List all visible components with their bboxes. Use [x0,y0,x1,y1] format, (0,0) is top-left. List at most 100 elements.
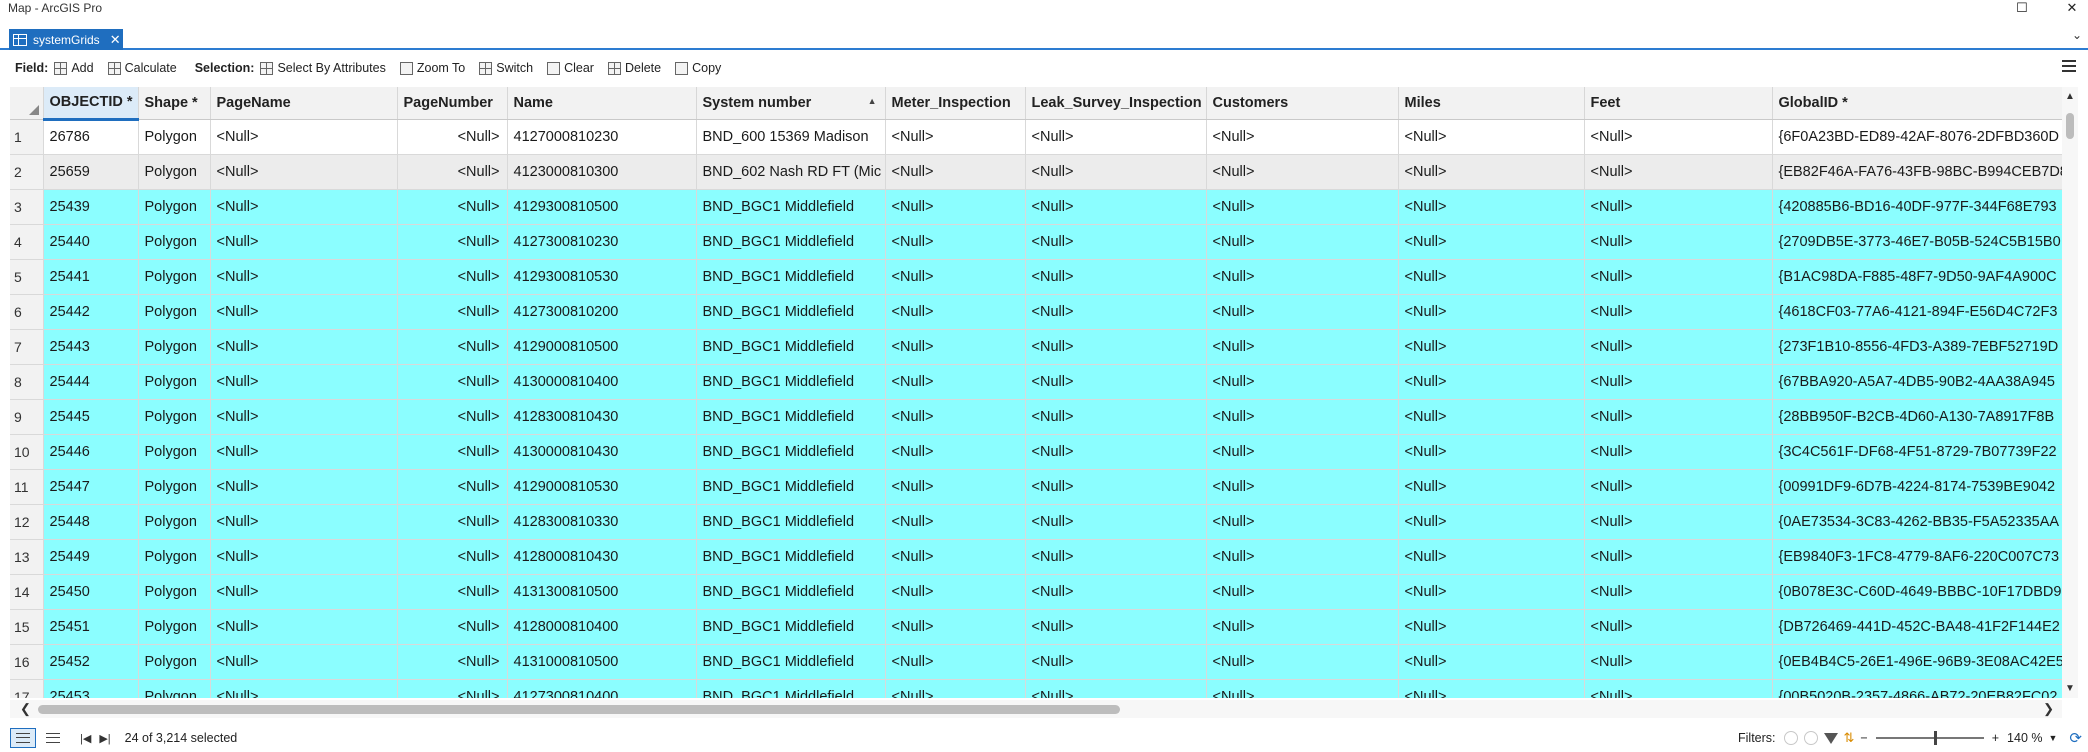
table-cell[interactable]: <Null> [1584,259,1773,295]
row-number[interactable]: 5 [10,259,44,295]
table-cell[interactable]: {28BB950F-B2CB-4D60-A130-7A8917F8B [1772,399,2062,435]
table-cell[interactable]: <Null> [1584,364,1773,400]
zoom-slider[interactable] [1875,731,1984,745]
table-cell[interactable]: 4129300810500 [507,189,697,225]
table-cell[interactable]: 4127300810200 [507,294,697,330]
row-number[interactable]: 13 [10,539,44,575]
table-cell[interactable]: BND_BGC1 Middlefield [696,399,886,435]
tab-close-icon[interactable]: ✕ [110,32,121,48]
table-cell[interactable]: <Null> [1584,609,1773,645]
time-filter-icon[interactable] [1803,731,1818,745]
table-cell[interactable]: <Null> [1025,679,1207,698]
table-cell[interactable]: Polygon [138,259,211,295]
table-cell[interactable]: 25445 [43,399,139,435]
table-cell[interactable]: Polygon [138,329,211,365]
table-cell[interactable]: <Null> [210,539,398,575]
table-cell[interactable]: {67BBA920-A5A7-4DB5-90B2-4AA38A945 [1772,364,2062,400]
table-cell[interactable]: <Null> [1206,119,1399,155]
table-cell[interactable]: <Null> [1584,469,1773,505]
table-cell[interactable]: Polygon [138,609,211,645]
refresh-icon[interactable]: ⟳ [2069,729,2082,747]
column-header-globalid[interactable]: GlobalID * [1772,87,2062,120]
table-cell[interactable]: <Null> [1584,399,1773,435]
table-cell[interactable]: {DB726469-441D-452C-BA48-41F2F144E2 [1772,609,2062,645]
table-cell[interactable]: <Null> [1398,644,1585,680]
table-cell[interactable]: BND_600 15369 Madison [696,119,886,155]
table-cell[interactable]: <Null> [1206,294,1399,330]
table-row[interactable]: 5 25441 Polygon <Null> <Null> 4129300810530 BN… [10,259,2062,295]
zoom-in-icon[interactable]: + [1992,731,1999,745]
delete-button[interactable]: Delete [607,61,661,75]
table-row[interactable]: 2 25659 Polygon <Null> <Null> 4123000810300 BN… [10,154,2062,190]
table-cell[interactable]: <Null> [1025,119,1207,155]
table-cell[interactable]: 25452 [43,644,139,680]
table-cell[interactable]: <Null> [397,294,508,330]
scroll-left-icon[interactable]: ❮ [20,701,31,717]
table-cell[interactable]: 25442 [43,294,139,330]
table-cell[interactable]: <Null> [1584,154,1773,190]
table-cell[interactable]: 25440 [43,224,139,260]
table-cell[interactable]: Polygon [138,189,211,225]
table-cell[interactable]: 4127300810400 [507,679,697,698]
table-cell[interactable]: Polygon [138,224,211,260]
column-header-system-number[interactable]: System number ▲ [696,87,886,120]
table-cell[interactable]: 25451 [43,609,139,645]
table-cell[interactable]: BND_BGC1 Middlefield [696,539,886,575]
table-cell[interactable]: <Null> [1025,504,1207,540]
table-cell[interactable]: BND_BGC1 Middlefield [696,434,886,470]
table-cell[interactable]: BND_BGC1 Middlefield [696,574,886,610]
table-cell[interactable]: <Null> [397,189,508,225]
table-cell[interactable]: <Null> [1206,259,1399,295]
table-cell[interactable]: 25447 [43,469,139,505]
table-cell[interactable]: <Null> [1025,434,1207,470]
row-number[interactable]: 11 [10,469,44,505]
chevron-down-icon[interactable]: ⌄ [2072,28,2082,42]
table-cell[interactable]: BND_BGC1 Middlefield [696,294,886,330]
table-cell[interactable]: 4131000810500 [507,644,697,680]
row-number[interactable]: 16 [10,644,44,680]
horizontal-scroll-thumb[interactable] [38,705,1120,714]
table-cell[interactable]: BND_BGC1 Middlefield [696,329,886,365]
table-cell[interactable]: {EB9840F3-1FC8-4779-8AF6-220C007C73 [1772,539,2062,575]
table-cell[interactable]: <Null> [1025,259,1207,295]
switch-selection-button[interactable]: Switch [479,61,533,75]
add-field-button[interactable]: Add [54,61,94,75]
table-cell[interactable]: <Null> [1398,469,1585,505]
table-cell[interactable]: <Null> [1206,364,1399,400]
table-cell[interactable]: {EB82F46A-FA76-43FB-98BC-B994CEB7D8 [1772,154,2062,190]
table-menu-icon[interactable] [2062,60,2076,72]
table-cell[interactable]: 25659 [43,154,139,190]
row-number[interactable]: 17 [10,679,44,698]
table-cell[interactable]: <Null> [1206,644,1399,680]
table-cell[interactable]: Polygon [138,119,211,155]
scroll-down-icon[interactable]: ▼ [2065,683,2075,694]
table-cell[interactable]: <Null> [1206,329,1399,365]
column-header-customers[interactable]: Customers [1206,87,1399,120]
row-number[interactable]: 6 [10,294,44,330]
table-cell[interactable]: 25444 [43,364,139,400]
table-cell[interactable]: <Null> [397,119,508,155]
table-cell[interactable]: <Null> [885,609,1026,645]
table-cell[interactable]: <Null> [397,434,508,470]
table-row[interactable]: 7 25443 Polygon <Null> <Null> 4129000810500 BN… [10,329,2062,365]
table-cell[interactable]: <Null> [1584,504,1773,540]
table-cell[interactable]: <Null> [397,574,508,610]
table-cell[interactable]: <Null> [1206,224,1399,260]
table-cell[interactable]: <Null> [1398,154,1585,190]
table-cell[interactable]: <Null> [210,364,398,400]
table-cell[interactable]: <Null> [210,294,398,330]
table-cell[interactable]: 25448 [43,504,139,540]
table-cell[interactable]: <Null> [885,679,1026,698]
row-number[interactable]: 7 [10,329,44,365]
table-cell[interactable]: <Null> [1398,329,1585,365]
maximize-icon[interactable]: ☐ [2010,0,2034,18]
table-cell[interactable]: {4618CF03-77A6-4121-894F-E56D4C72F3 [1772,294,2062,330]
row-number[interactable]: 14 [10,574,44,610]
table-cell[interactable]: 4123000810300 [507,154,697,190]
table-cell[interactable]: Polygon [138,154,211,190]
table-cell[interactable]: <Null> [210,679,398,698]
table-row[interactable]: 1 26786 Polygon <Null> <Null> 4127000810230 BN… [10,119,2062,155]
table-cell[interactable]: <Null> [397,154,508,190]
table-cell[interactable]: <Null> [885,434,1026,470]
table-row[interactable]: 17 25453 Polygon <Null> <Null> 4127300810400 B… [10,679,2062,698]
